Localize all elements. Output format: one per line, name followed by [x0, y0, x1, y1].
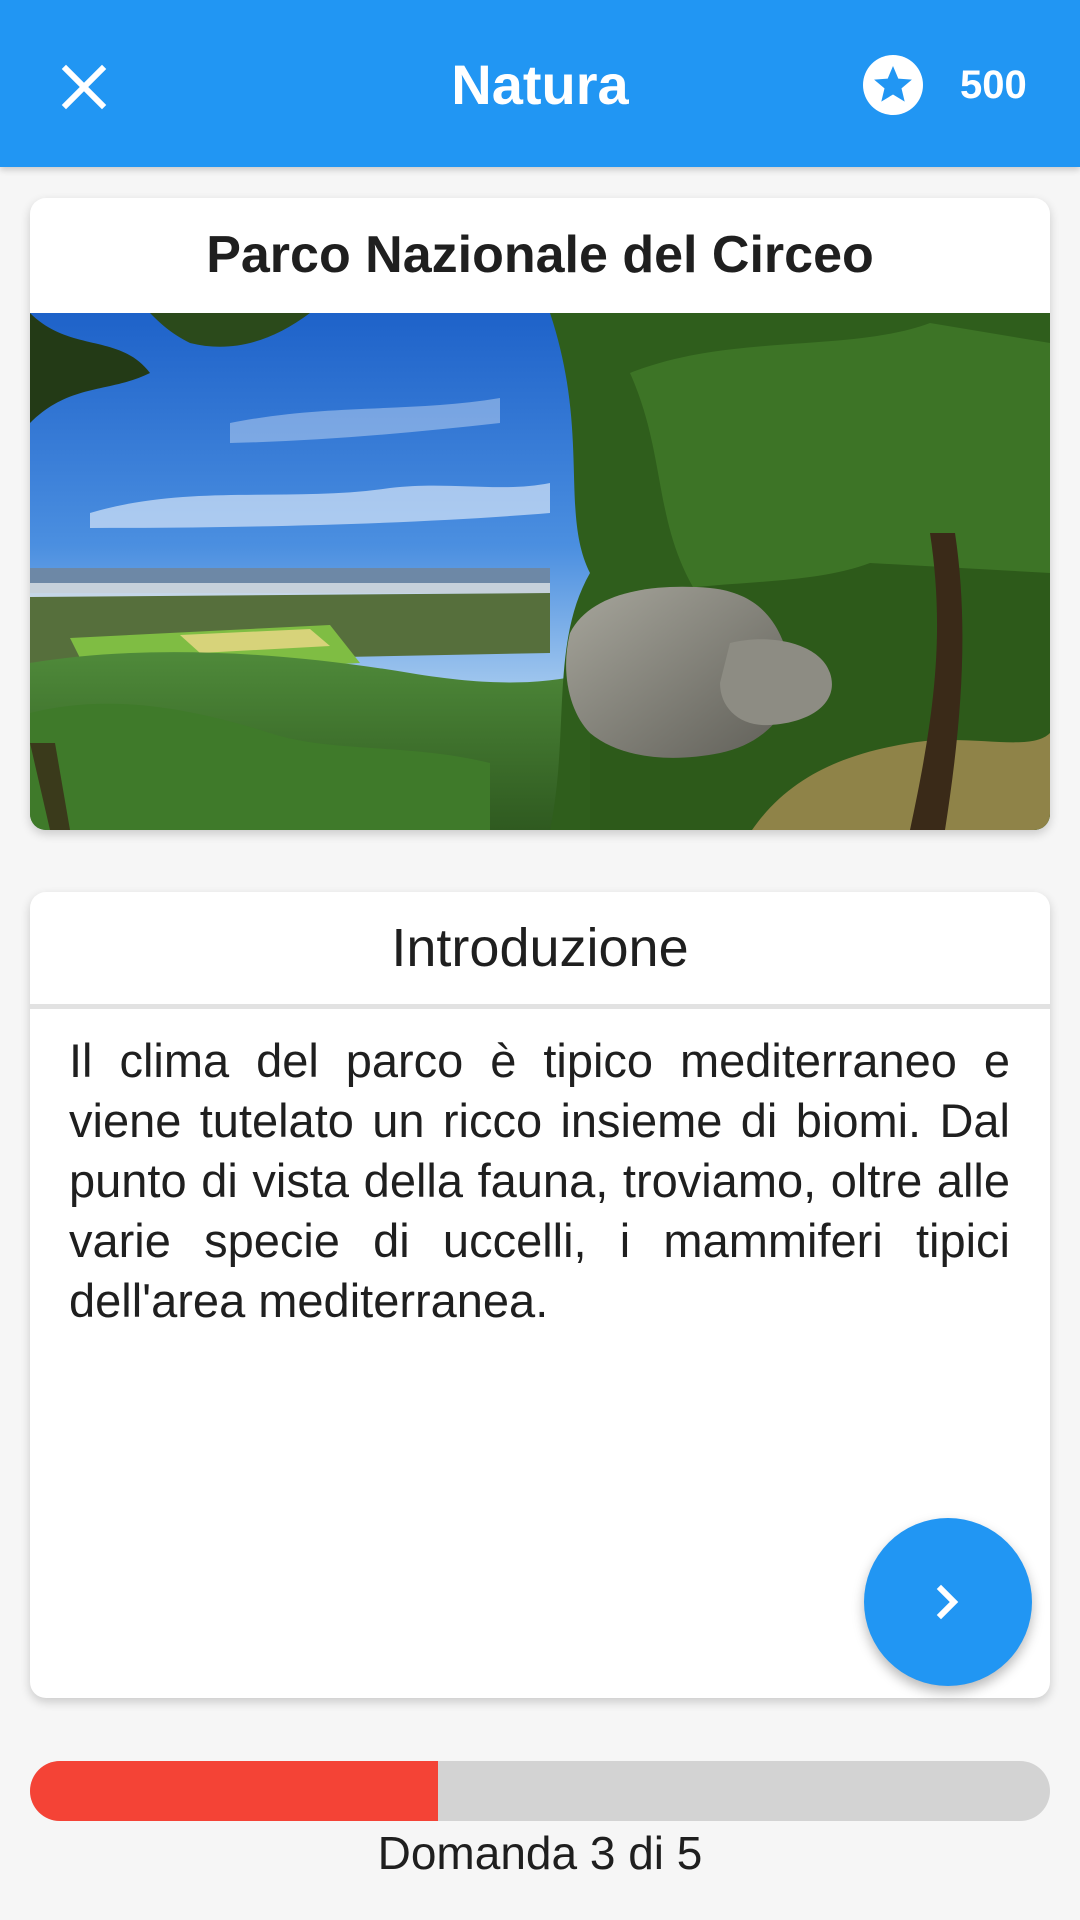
score-value: 500	[960, 62, 1027, 107]
intro-header: Introduzione	[391, 918, 689, 978]
next-button[interactable]	[864, 1518, 1032, 1686]
star-icon	[862, 54, 924, 116]
place-title: Parco Nazionale del Circeo	[206, 226, 874, 284]
progress-fill	[30, 1761, 438, 1821]
chevron-right-icon	[936, 1584, 959, 1620]
landscape-photo	[30, 313, 1050, 830]
intro-divider	[30, 1004, 1050, 1009]
score-display: 500	[862, 53, 1027, 117]
place-card: Parco Nazionale del Circeo	[30, 198, 1050, 830]
progress-label: Domanda 3 di 5	[377, 1827, 703, 1879]
intro-text: Il clima del parco è tipico mediterraneo…	[69, 1034, 1010, 1327]
app-bar: Natura 500	[0, 0, 1080, 167]
progress-bar	[30, 1761, 1050, 1821]
